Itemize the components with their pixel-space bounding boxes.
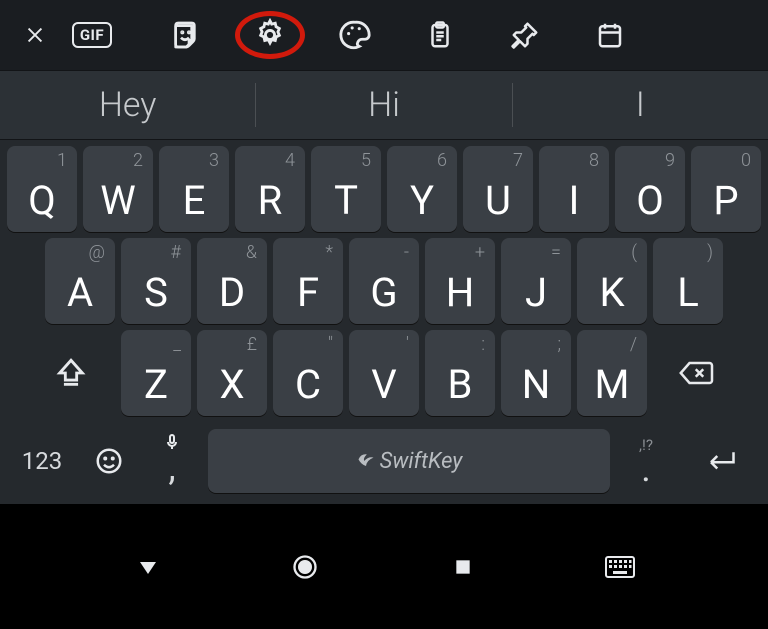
nav-recents-icon [453, 557, 473, 577]
backspace-icon [677, 358, 717, 388]
backspace-key[interactable] [653, 330, 741, 416]
key-i[interactable]: 8I [539, 146, 609, 232]
calendar-icon [595, 19, 625, 51]
key-b[interactable]: :B [425, 330, 495, 416]
key-q[interactable]: 1Q [7, 146, 77, 232]
calendar-button[interactable] [567, 8, 652, 63]
key-k[interactable]: (K [577, 238, 647, 324]
key-v[interactable]: 'V [349, 330, 419, 416]
sticker-smile-icon [169, 19, 201, 51]
android-nav-bar [0, 504, 768, 629]
key-z[interactable]: _Z [121, 330, 191, 416]
key-x[interactable]: £X [197, 330, 267, 416]
keyboard-icon [605, 556, 635, 578]
period-key[interactable]: ,!? . [616, 426, 676, 496]
key-row-fn: 123 , SwiftKey ,!? . [4, 422, 764, 500]
key-r[interactable]: 4R [235, 146, 305, 232]
key-y[interactable]: 6Y [387, 146, 457, 232]
enter-icon [701, 446, 741, 476]
key-row-3: _Z £X "C 'V :B ;N /M [4, 330, 764, 416]
clipboard-button[interactable] [397, 8, 482, 63]
nav-keyboard-toggle-button[interactable] [570, 556, 670, 578]
emoji-smile-icon [94, 446, 124, 476]
key-l[interactable]: )L [653, 238, 723, 324]
suggestion-bar: Hey Hi I [0, 70, 768, 140]
close-toolbar-button[interactable] [10, 8, 60, 63]
gif-button[interactable]: GIF [62, 8, 122, 63]
themes-button[interactable] [312, 8, 397, 63]
suggestion-1[interactable]: Hey [0, 85, 255, 125]
key-n[interactable]: ;N [501, 330, 571, 416]
key-j[interactable]: =J [501, 238, 571, 324]
key-s[interactable]: #S [121, 238, 191, 324]
nav-back-icon [136, 555, 160, 579]
key-t[interactable]: 5T [311, 146, 381, 232]
nav-home-icon [291, 553, 319, 581]
close-icon [24, 24, 46, 46]
key-o[interactable]: 9O [615, 146, 685, 232]
key-h[interactable]: +H [425, 238, 495, 324]
enter-key[interactable] [682, 446, 760, 476]
spacebar-label: SwiftKey [380, 449, 463, 474]
key-u[interactable]: 7U [463, 146, 533, 232]
comma-key[interactable]: , [142, 426, 202, 496]
suggestion-3[interactable]: I [513, 85, 768, 125]
mic-icon [166, 434, 178, 450]
spacebar[interactable]: SwiftKey [208, 429, 610, 493]
key-w[interactable]: 2W [83, 146, 153, 232]
shift-key[interactable] [27, 330, 115, 416]
key-row-2: @A #S &D *F -G +H =J (K )L [4, 238, 764, 324]
key-m[interactable]: /M [577, 330, 647, 416]
stickers-button[interactable] [142, 8, 227, 63]
emoji-key[interactable] [82, 446, 136, 476]
keyboard: 1Q 2W 3E 4R 5T 6Y 7U 8I 9O 0P @A #S &D *… [0, 140, 768, 504]
gif-icon-label: GIF [72, 22, 112, 48]
clipboard-icon [425, 18, 455, 52]
key-d[interactable]: &D [197, 238, 267, 324]
key-row-1: 1Q 2W 3E 4R 5T 6Y 7U 8I 9O 0P [4, 146, 764, 232]
key-g[interactable]: -G [349, 238, 419, 324]
key-p[interactable]: 0P [691, 146, 761, 232]
suggestion-2[interactable]: Hi [256, 85, 511, 125]
settings-button[interactable] [227, 8, 312, 63]
key-a[interactable]: @A [45, 238, 115, 324]
pin-button[interactable] [482, 8, 567, 63]
pin-icon [510, 20, 540, 50]
palette-icon [338, 18, 372, 52]
settings-highlight-ring [235, 11, 305, 59]
nav-recents-button[interactable] [413, 557, 513, 577]
keyboard-toolbar: GIF [0, 0, 768, 70]
nav-back-button[interactable] [98, 555, 198, 579]
nav-home-button[interactable] [255, 553, 355, 581]
shift-icon [54, 356, 88, 390]
key-c[interactable]: "C [273, 330, 343, 416]
switch-numbers-key[interactable]: 123 [8, 447, 76, 475]
key-f[interactable]: *F [273, 238, 343, 324]
swiftkey-logo-icon [356, 451, 376, 471]
key-e[interactable]: 3E [159, 146, 229, 232]
